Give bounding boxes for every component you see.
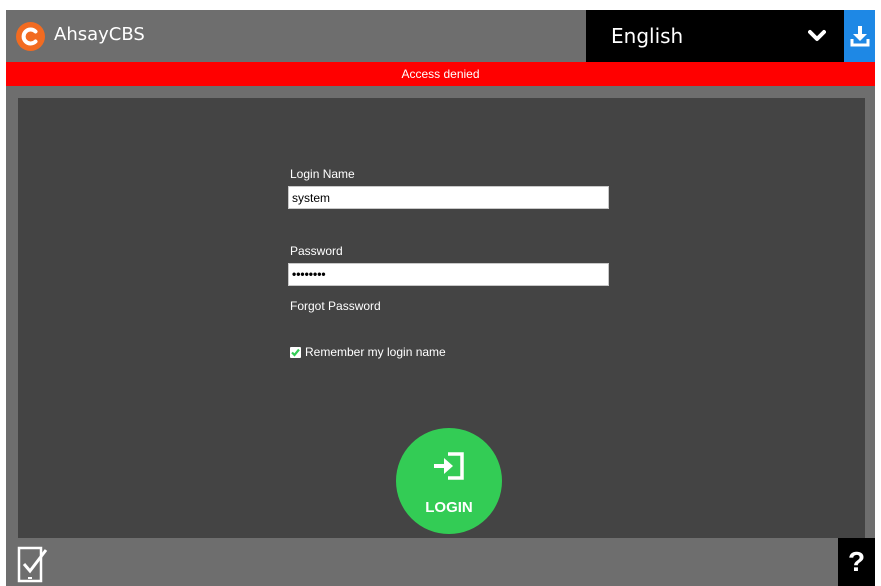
mobile-check-icon[interactable]: [16, 544, 48, 584]
language-selected-label: English: [611, 24, 684, 48]
remember-login-label: Remember my login name: [305, 345, 446, 359]
panel-left-rail: [6, 98, 18, 538]
password-label: Password: [290, 244, 343, 258]
help-icon: ?: [847, 546, 866, 577]
divider: [6, 86, 875, 98]
brand-name: AhsayCBS: [54, 24, 145, 45]
checkbox-checked-icon: [290, 346, 301, 358]
forgot-password-link[interactable]: Forgot Password: [290, 299, 381, 313]
login-name-input[interactable]: [288, 186, 609, 209]
download-icon: [850, 26, 869, 47]
login-button[interactable]: LOGIN: [396, 428, 502, 534]
language-select[interactable]: English: [586, 10, 844, 62]
panel-right-rail: [865, 98, 875, 538]
help-button[interactable]: ?: [838, 538, 875, 586]
access-denied-alert: Access denied: [6, 62, 875, 86]
chevron-down-icon: [808, 30, 826, 41]
sign-in-icon: [434, 452, 464, 480]
ahsay-logo-icon: [16, 22, 45, 51]
login-page: AhsayCBS English Access denied Login Nam…: [0, 0, 881, 586]
bottom-bar: ?: [6, 538, 875, 586]
password-input[interactable]: ••••••••: [288, 263, 609, 286]
download-button[interactable]: [844, 10, 875, 62]
remember-login-checkbox[interactable]: Remember my login name: [290, 345, 446, 359]
login-name-label: Login Name: [290, 167, 355, 181]
top-bar: AhsayCBS English: [6, 10, 875, 62]
login-button-label: LOGIN: [425, 499, 473, 516]
